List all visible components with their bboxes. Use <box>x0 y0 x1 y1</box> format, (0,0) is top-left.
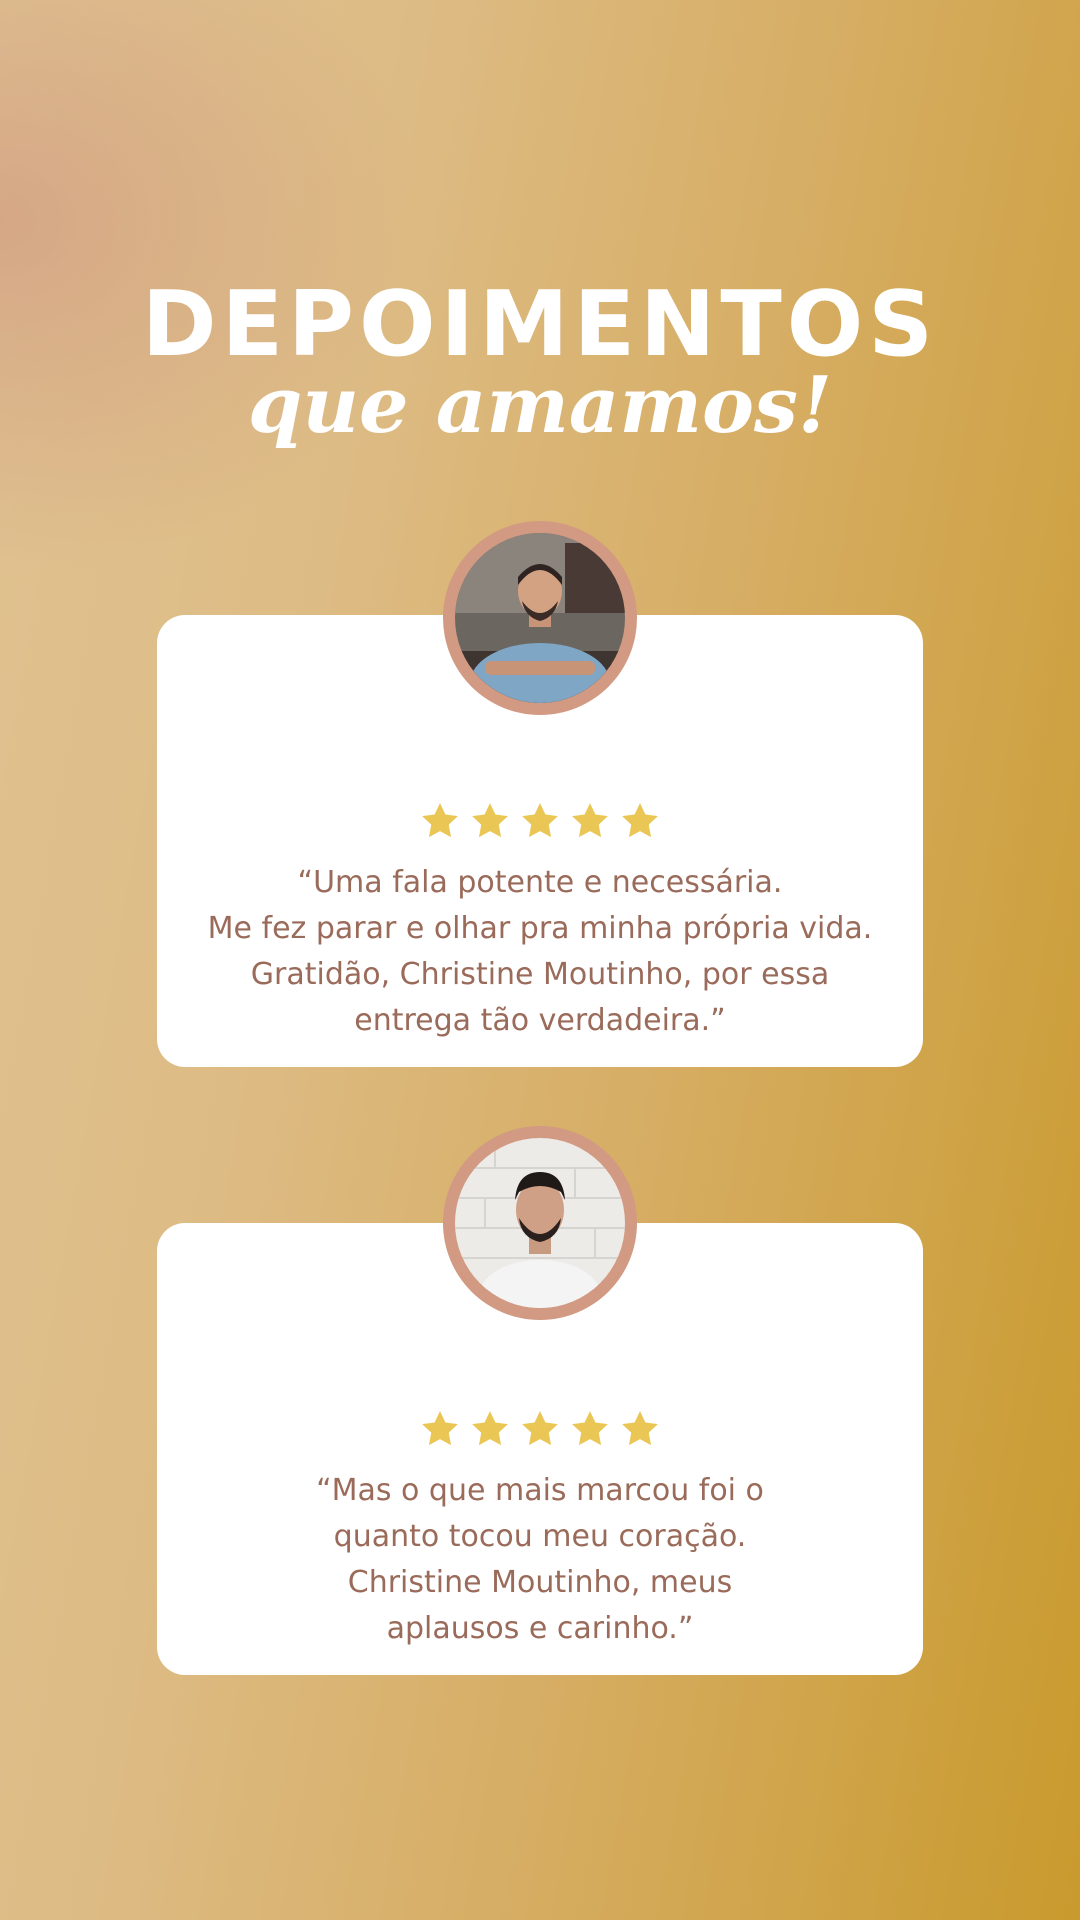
star-icon <box>569 800 611 842</box>
star-icon <box>619 1408 661 1450</box>
star-rating <box>157 800 923 850</box>
quote-line: aplausos e carinho.” <box>386 1611 694 1646</box>
star-icon <box>569 1408 611 1450</box>
testimonial-quote: “Mas o que mais marcou foi o quanto toco… <box>177 1468 903 1652</box>
star-icon <box>469 1408 511 1450</box>
quote-line: entrega tão verdadeira.” <box>354 1003 726 1038</box>
star-icon <box>419 800 461 842</box>
quote-line: quanto tocou meu coração. <box>333 1519 747 1554</box>
person-photo-icon <box>455 533 625 703</box>
star-icon <box>519 800 561 842</box>
person-photo-icon <box>455 1138 625 1308</box>
star-icon <box>619 800 661 842</box>
avatar <box>443 1126 637 1320</box>
quote-line: “Mas o que mais marcou foi o <box>316 1473 764 1508</box>
quote-line: Christine Moutinho, meus <box>347 1565 733 1600</box>
star-rating <box>157 1408 923 1458</box>
star-icon <box>469 800 511 842</box>
quote-line: “Uma fala potente e necessária. <box>297 865 783 900</box>
testimonial-quote: “Uma fala potente e necessária. Me fez p… <box>177 860 903 1044</box>
quote-line: Me fez parar e olhar pra minha própria v… <box>207 911 873 946</box>
star-icon <box>419 1408 461 1450</box>
star-icon <box>519 1408 561 1450</box>
avatar <box>443 521 637 715</box>
page-subtitle: que amamos! <box>247 360 833 451</box>
quote-line: Gratidão, Christine Moutinho, por essa <box>250 957 830 992</box>
